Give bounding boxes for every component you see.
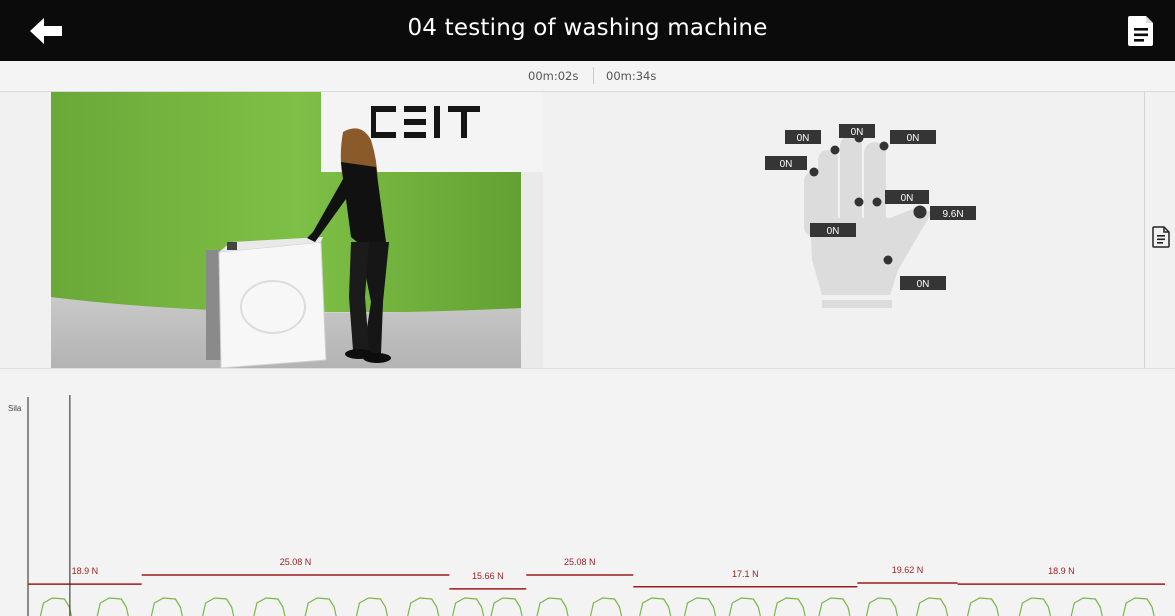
force-segment-label: 18.9 N xyxy=(72,566,99,576)
video-player[interactable] xyxy=(51,92,543,368)
force-segment-label: 18.9 N xyxy=(1048,566,1075,576)
sensor-reading: 0N xyxy=(780,159,793,170)
washing-machine xyxy=(206,237,327,368)
sensor-dot xyxy=(879,141,889,151)
time-divider xyxy=(593,67,594,84)
force-segment-label: 17.1 N xyxy=(732,569,759,579)
sensor-dot xyxy=(809,167,819,177)
report-icon[interactable] xyxy=(1152,226,1170,248)
current-time: 00m:02s xyxy=(528,69,579,83)
sensor-dot xyxy=(830,145,840,155)
sensor-reading: 0N xyxy=(827,226,840,237)
sensor-dot xyxy=(872,197,882,207)
force-signal-trace xyxy=(536,597,623,616)
media-panel: 0N 0N 0N 0N 0N 9.6N 0N 0N xyxy=(0,92,1175,369)
total-time: 00m:34s xyxy=(606,69,657,83)
sensor-reading: 0N xyxy=(797,133,810,144)
force-signal-trace xyxy=(966,597,1155,616)
sensor-dot xyxy=(883,255,893,265)
force-signal-trace xyxy=(452,597,523,616)
force-signal-trace xyxy=(865,597,949,616)
playback-time-bar: 00m:02s 00m:34s xyxy=(0,61,1175,92)
sensor-reading: 0N xyxy=(907,133,920,144)
document-icon[interactable] xyxy=(1126,15,1156,47)
top-bar: 04 testing of washing machine xyxy=(0,0,1175,61)
sensor-reading: 9.6N xyxy=(942,209,963,220)
y-axis-label: Sila xyxy=(8,404,22,413)
force-segment-label: 19.62 N xyxy=(892,565,924,575)
force-signal-trace xyxy=(150,597,440,616)
force-segment-label: 25.08 N xyxy=(280,557,312,567)
force-chart[interactable]: Sila 18.9 N 25.08 N 15.66 N 25.08 N 17.1 N 19… xyxy=(0,369,1175,616)
force-segment-label: 15.66 N xyxy=(472,571,504,581)
sensor-reading: 0N xyxy=(901,193,914,204)
sensor-reading: 0N xyxy=(851,127,864,138)
sensor-dot xyxy=(854,197,864,207)
sensor-dot xyxy=(913,205,927,219)
sensor-reading: 0N xyxy=(917,279,930,290)
glove-sensor-map: 0N 0N 0N 0N 0N 9.6N 0N 0N xyxy=(765,124,976,308)
side-divider xyxy=(1144,92,1145,368)
page-title: 04 testing of washing machine xyxy=(407,15,768,41)
force-signal-trace xyxy=(39,597,129,616)
force-signal-trace xyxy=(639,597,851,616)
force-segment-label: 25.08 N xyxy=(564,557,596,567)
